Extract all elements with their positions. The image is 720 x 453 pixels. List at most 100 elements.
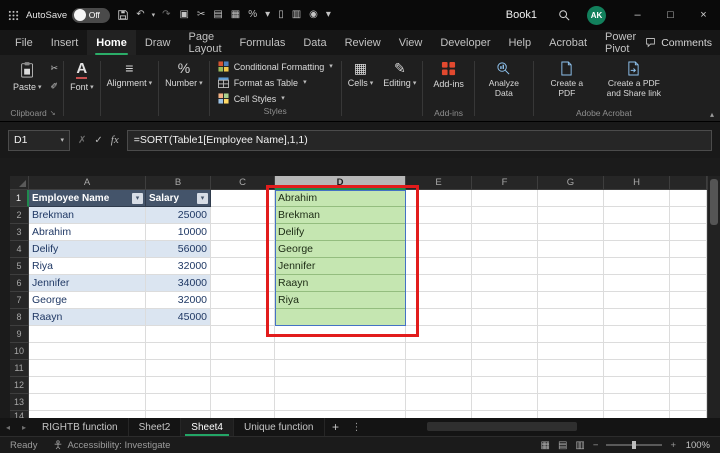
cell-d12[interactable] xyxy=(275,377,406,394)
paste-button[interactable]: Paste▾ xyxy=(8,58,47,95)
row-header-11[interactable]: 11 xyxy=(10,360,29,377)
sheet-tab-rightb-function[interactable]: RIGHTB function xyxy=(32,418,129,436)
cell-e1[interactable] xyxy=(406,190,472,207)
ribbon-tab-view[interactable]: View xyxy=(390,30,432,55)
cell-a9[interactable] xyxy=(29,326,146,343)
table-header-salary[interactable]: Salary▾ xyxy=(146,190,211,207)
editing-button[interactable]: ✎ Editing▾ xyxy=(378,58,421,121)
cell-d4[interactable]: George xyxy=(275,241,406,258)
maximize-button[interactable]: □ xyxy=(654,0,687,30)
ribbon-tab-page-layout[interactable]: Page Layout xyxy=(179,30,230,55)
row-header-1[interactable]: 1 xyxy=(10,190,29,207)
ribbon-tab-file[interactable]: File xyxy=(6,30,42,55)
cell-b7[interactable]: 32000 xyxy=(146,292,211,309)
cell-g8[interactable] xyxy=(538,309,604,326)
column-header-e[interactable]: E xyxy=(406,176,472,190)
cell-a2[interactable]: Brekman xyxy=(29,207,146,224)
cell-d13[interactable] xyxy=(275,394,406,411)
cell-g12[interactable] xyxy=(538,377,604,394)
cell-f9[interactable] xyxy=(472,326,538,343)
row-header-5[interactable]: 5 xyxy=(10,258,29,275)
cell-e11[interactable] xyxy=(406,360,472,377)
cell-b2[interactable]: 25000 xyxy=(146,207,211,224)
borders-icon[interactable]: ▦ xyxy=(231,10,240,20)
format-as-table-button[interactable]: Format as Table▾ xyxy=(215,76,336,89)
chevron-down-icon[interactable]: ▾ xyxy=(326,10,331,20)
cell-f12[interactable] xyxy=(472,377,538,394)
cell-c5[interactable] xyxy=(211,258,275,275)
cell-f10[interactable] xyxy=(472,343,538,360)
cell-g14[interactable] xyxy=(538,411,604,418)
column-header-a[interactable]: A xyxy=(29,176,146,190)
cell-d5[interactable]: Jennifer xyxy=(275,258,406,275)
dialog-launcher-icon[interactable]: ↘ xyxy=(50,109,56,117)
redo-icon[interactable]: ↷ xyxy=(162,10,170,20)
filter-dropdown-icon[interactable]: ▾ xyxy=(197,193,208,204)
cell-overflow-r8[interactable] xyxy=(670,309,707,326)
cell-c1[interactable] xyxy=(211,190,275,207)
more-sheets-icon[interactable]: ⋮ xyxy=(347,418,367,436)
sheet-tab-sheet2[interactable]: Sheet2 xyxy=(129,418,182,436)
comments-button[interactable]: Comments xyxy=(645,37,712,49)
sheet-tab-sheet4[interactable]: Sheet4 xyxy=(181,418,234,436)
cell-c11[interactable] xyxy=(211,360,275,377)
cell-b11[interactable] xyxy=(146,360,211,377)
cell-b14[interactable] xyxy=(146,411,211,418)
ribbon-tab-help[interactable]: Help xyxy=(499,30,540,55)
cell-h9[interactable] xyxy=(604,326,670,343)
cell-d7[interactable]: Riya xyxy=(275,292,406,309)
cell-a5[interactable]: Riya xyxy=(29,258,146,275)
cell-h10[interactable] xyxy=(604,343,670,360)
row-header-7[interactable]: 7 xyxy=(10,292,29,309)
cell-h8[interactable] xyxy=(604,309,670,326)
cell-e6[interactable] xyxy=(406,275,472,292)
cell-h7[interactable] xyxy=(604,292,670,309)
cell-a7[interactable]: George xyxy=(29,292,146,309)
sheet-tab-unique-function[interactable]: Unique function xyxy=(234,418,325,436)
app-launcher-icon[interactable] xyxy=(8,10,19,21)
column-header-h[interactable]: H xyxy=(604,176,670,190)
cell-g2[interactable] xyxy=(538,207,604,224)
analyze-data-button[interactable]: Analyze Data xyxy=(476,58,532,121)
collapse-ribbon-icon[interactable]: ▴ xyxy=(710,110,714,119)
sheet-nav-left-icon[interactable]: ◂ xyxy=(0,418,16,436)
column-header-f[interactable]: F xyxy=(472,176,538,190)
cell-f13[interactable] xyxy=(472,394,538,411)
ribbon-tab-insert[interactable]: Insert xyxy=(42,30,88,55)
cell-d9[interactable] xyxy=(275,326,406,343)
cell-overflow-r4[interactable] xyxy=(670,241,707,258)
cell-b10[interactable] xyxy=(146,343,211,360)
cell-h13[interactable] xyxy=(604,394,670,411)
cell-overflow-r11[interactable] xyxy=(670,360,707,377)
table-header-employee-name[interactable]: Employee Name▾ xyxy=(29,190,146,207)
cell-g10[interactable] xyxy=(538,343,604,360)
number-button[interactable]: % Number▾ xyxy=(160,58,208,121)
cell-a6[interactable]: Jennifer xyxy=(29,275,146,292)
cell-c14[interactable] xyxy=(211,411,275,418)
name-box[interactable]: D1 ▾ xyxy=(8,130,70,151)
ribbon-tab-acrobat[interactable]: Acrobat xyxy=(540,30,596,55)
row-header-8[interactable]: 8 xyxy=(10,309,29,326)
cell-d11[interactable] xyxy=(275,360,406,377)
font-button[interactable]: A Font▾ xyxy=(65,58,99,121)
paste-icon[interactable]: ▤ xyxy=(213,10,222,20)
cell-c9[interactable] xyxy=(211,326,275,343)
cell-e12[interactable] xyxy=(406,377,472,394)
cell-a11[interactable] xyxy=(29,360,146,377)
column-header-c[interactable]: C xyxy=(211,176,275,190)
cell-overflow-r6[interactable] xyxy=(670,275,707,292)
add-ins-button[interactable]: Add-ins xyxy=(428,58,469,92)
cell-g11[interactable] xyxy=(538,360,604,377)
cell-e3[interactable] xyxy=(406,224,472,241)
cell-overflow-r9[interactable] xyxy=(670,326,707,343)
cell-h14[interactable] xyxy=(604,411,670,418)
accessibility-status[interactable]: Accessibility: Investigate xyxy=(53,440,170,451)
cell-d10[interactable] xyxy=(275,343,406,360)
vertical-scrollbar[interactable] xyxy=(707,176,720,418)
cell-c3[interactable] xyxy=(211,224,275,241)
new-document-icon[interactable]: ▯ xyxy=(278,10,284,20)
percent-style-icon[interactable]: % xyxy=(248,10,257,20)
cell-b5[interactable]: 32000 xyxy=(146,258,211,275)
cell-g6[interactable] xyxy=(538,275,604,292)
cell-d2[interactable]: Brekman xyxy=(275,207,406,224)
